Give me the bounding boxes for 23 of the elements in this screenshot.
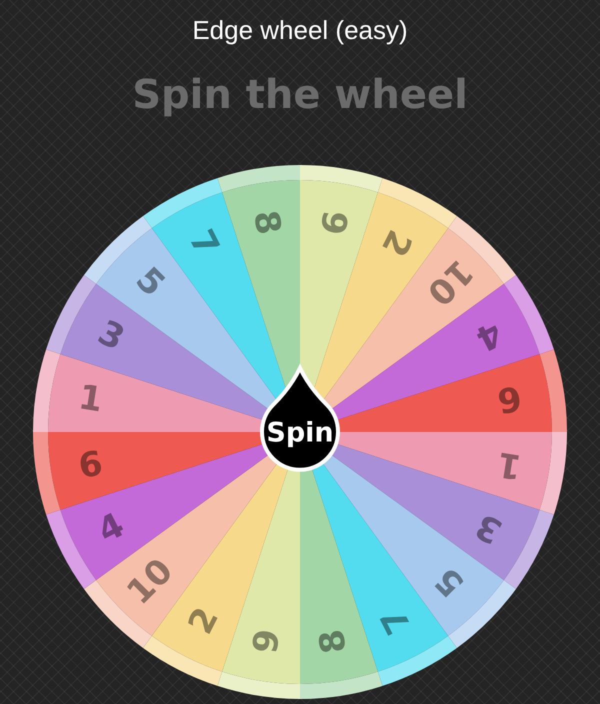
segment-label: 1 [76,377,106,420]
segment-label: 5 [427,559,472,604]
segment-label: 6 [76,444,106,487]
screen-title: Edge wheel (easy) [192,14,408,46]
segment-label: 6 [494,377,524,420]
segment-label: 8 [245,208,288,238]
segment-label: 2 [373,223,420,263]
segment-label: 5 [128,260,173,305]
segment-label: 7 [180,223,227,263]
segment-label: 1 [494,444,524,487]
wheel-heading: Spin the wheel [132,71,468,120]
segment-label: 4 [91,505,131,552]
segment-label: 9 [245,626,288,656]
segment-label: 8 [312,626,355,656]
segment-label: 3 [469,505,509,552]
segment-label: 9 [312,208,355,238]
spin-button[interactable]: Spin [260,366,340,472]
segment-label: 10 [119,551,181,613]
segment-label: 10 [419,251,481,313]
segment-label: 2 [180,601,227,641]
segment-label: 7 [373,601,420,641]
segment-label: 3 [91,312,131,359]
segment-label: 4 [469,312,509,359]
